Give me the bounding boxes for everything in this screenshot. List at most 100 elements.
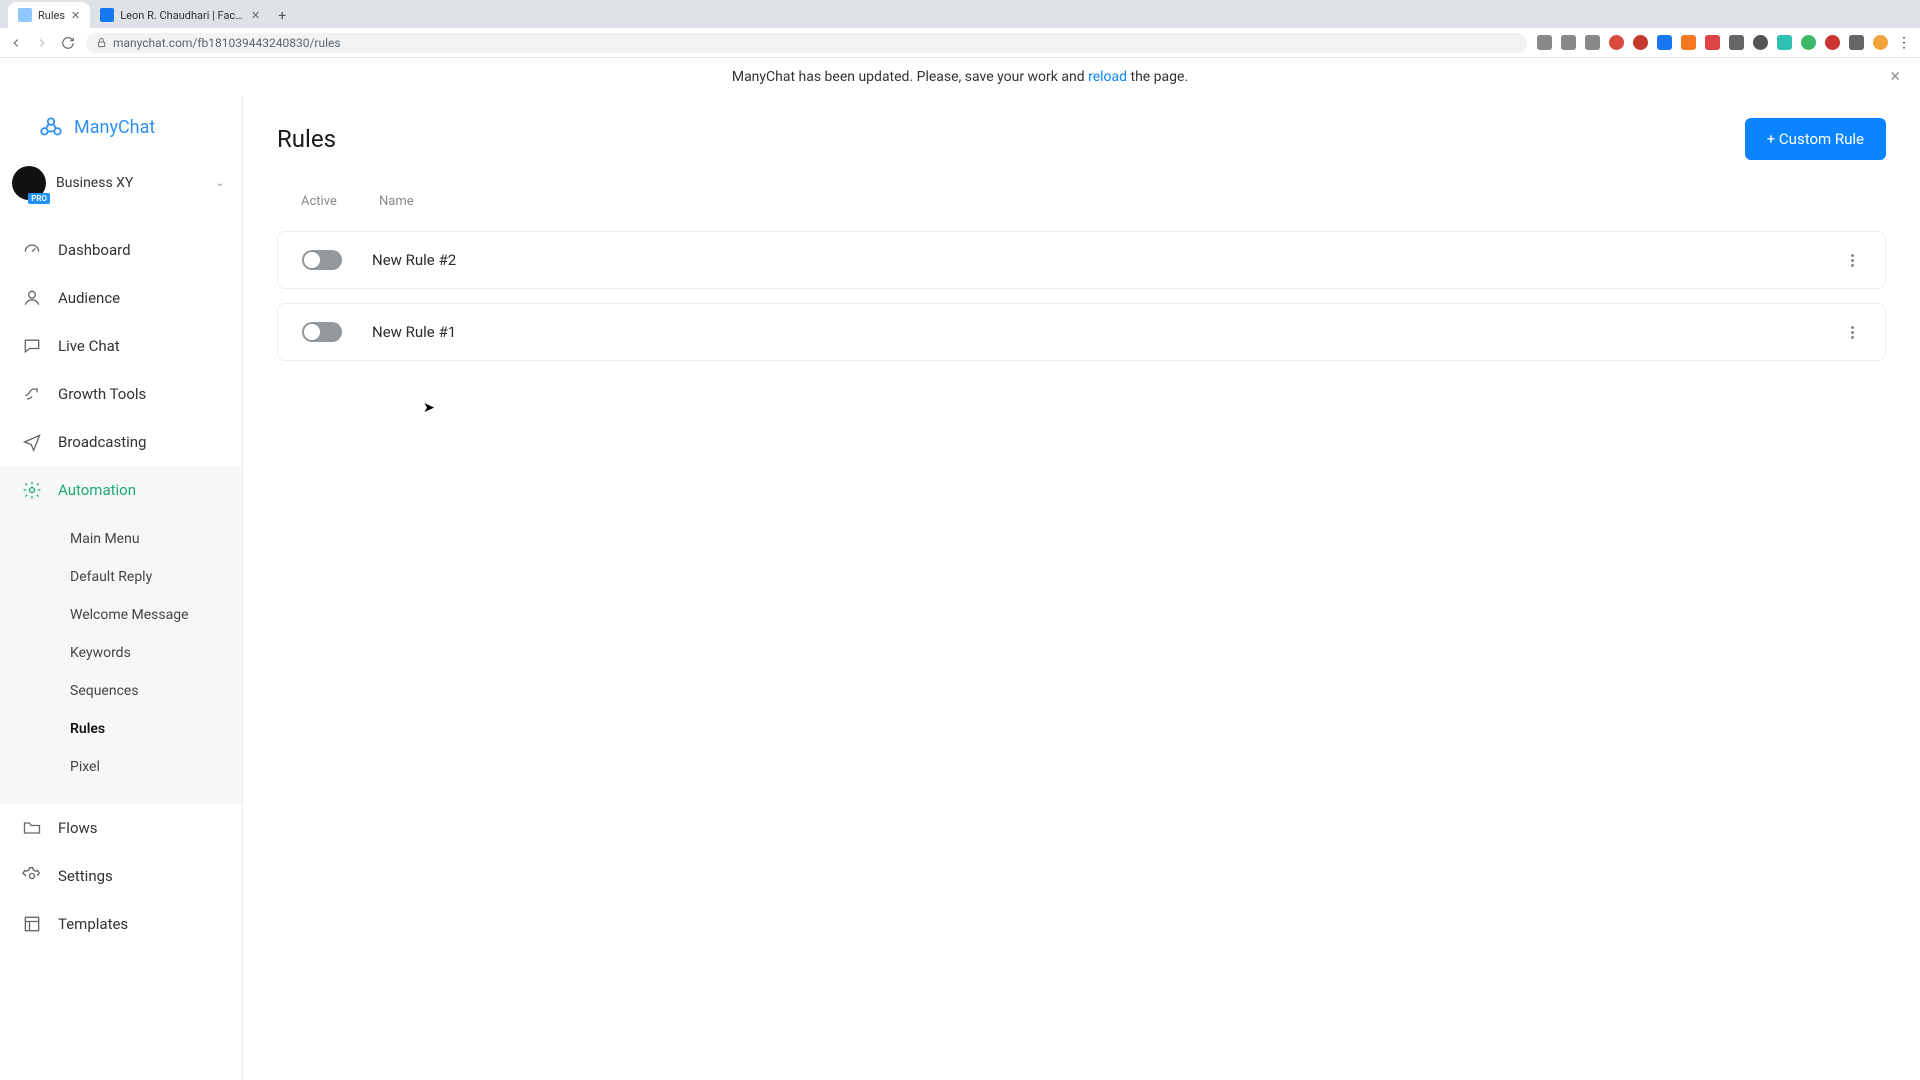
sidebar-item-settings[interactable]: Settings [0, 852, 242, 900]
brand[interactable]: ManyChat [0, 96, 242, 156]
close-icon[interactable]: ✕ [251, 9, 260, 22]
table-header: Active Name [277, 186, 1886, 217]
subnav-welcome-message[interactable]: Welcome Message [0, 596, 242, 634]
banner-text-before: ManyChat has been updated. Please, save … [732, 69, 1088, 85]
extension-icon[interactable] [1633, 35, 1648, 50]
column-name: Name [379, 194, 414, 209]
app: ManyChat PRO Business XY ⌄ Dashboard Aud… [0, 96, 1920, 1080]
extension-icon[interactable] [1801, 35, 1816, 50]
menu-icon[interactable]: ⋮ [1897, 35, 1912, 50]
toggle-knob [304, 324, 320, 340]
toggle-knob [304, 252, 320, 268]
sidebar-item-label: Settings [58, 867, 113, 885]
more-menu-icon[interactable] [1843, 323, 1861, 341]
page-header: Rules + Custom Rule [277, 96, 1886, 186]
logo-icon [38, 114, 64, 140]
gauge-icon [22, 240, 42, 260]
tab-title: Rules [38, 9, 65, 22]
url-input[interactable]: manychat.com/fb181039443240830/rules [86, 33, 1527, 53]
update-banner: ManyChat has been updated. Please, save … [0, 58, 1920, 96]
subnav-rules[interactable]: Rules [0, 710, 242, 748]
chevron-down-icon: ⌄ [216, 178, 224, 189]
sidebar-item-growth-tools[interactable]: Growth Tools [0, 370, 242, 418]
address-bar: manychat.com/fb181039443240830/rules ⋮ [0, 28, 1920, 58]
sidebar-item-dashboard[interactable]: Dashboard [0, 226, 242, 274]
subnav-keywords[interactable]: Keywords [0, 634, 242, 672]
growth-icon [22, 384, 42, 404]
brand-name: ManyChat [74, 117, 155, 138]
primary-nav: Dashboard Audience Live Chat Growth Tool… [0, 214, 242, 948]
rule-name: New Rule #2 [372, 251, 1813, 269]
close-icon[interactable]: ✕ [71, 9, 80, 22]
new-rule-button[interactable]: + Custom Rule [1745, 118, 1886, 160]
favicon-icon [18, 8, 32, 22]
column-active: Active [301, 194, 345, 209]
subnav-default-reply[interactable]: Default Reply [0, 558, 242, 596]
sidebar-item-label: Broadcasting [58, 433, 146, 451]
sidebar: ManyChat PRO Business XY ⌄ Dashboard Aud… [0, 96, 243, 1080]
banner-text-after: the page. [1127, 69, 1188, 85]
extension-icon[interactable] [1561, 35, 1576, 50]
back-button[interactable] [8, 35, 24, 51]
pro-badge: PRO [28, 193, 50, 204]
workspace-switcher[interactable]: PRO Business XY ⌄ [0, 156, 242, 214]
lock-icon [96, 37, 107, 48]
banner-text: ManyChat has been updated. Please, save … [732, 69, 1188, 85]
extension-icon[interactable] [1777, 35, 1792, 50]
sidebar-item-flows[interactable]: Flows [0, 804, 242, 852]
folder-icon [22, 818, 42, 838]
subnav-main-menu[interactable]: Main Menu [0, 520, 242, 558]
extension-icons: ⋮ [1537, 35, 1912, 50]
sidebar-item-live-chat[interactable]: Live Chat [0, 322, 242, 370]
extension-icon[interactable] [1537, 35, 1552, 50]
tab-strip: Rules ✕ Leon R. Chaudhari | Facebook ✕ + [0, 0, 1920, 28]
automation-subnav: Main Menu Default Reply Welcome Message … [0, 514, 242, 804]
sidebar-item-label: Growth Tools [58, 385, 146, 403]
sidebar-item-audience[interactable]: Audience [0, 274, 242, 322]
extension-icon[interactable] [1585, 35, 1600, 50]
workspace-name: Business XY [56, 175, 206, 191]
page-title: Rules [277, 125, 336, 153]
extension-icon[interactable] [1609, 35, 1624, 50]
extension-icon[interactable] [1753, 35, 1768, 50]
extension-icon[interactable] [1705, 35, 1720, 50]
sidebar-item-label: Live Chat [58, 337, 120, 355]
new-tab-button[interactable]: + [270, 4, 294, 28]
more-menu-icon[interactable] [1843, 251, 1861, 269]
sidebar-item-label: Dashboard [58, 241, 131, 259]
url-text: manychat.com/fb181039443240830/rules [113, 36, 341, 50]
subnav-sequences[interactable]: Sequences [0, 672, 242, 710]
extension-icon[interactable] [1681, 35, 1696, 50]
close-icon[interactable]: × [1890, 66, 1900, 87]
reload-button[interactable] [60, 35, 76, 51]
subnav-pixel[interactable]: Pixel [0, 748, 242, 786]
active-toggle[interactable] [302, 322, 342, 342]
active-toggle[interactable] [302, 250, 342, 270]
sidebar-item-broadcasting[interactable]: Broadcasting [0, 418, 242, 466]
rule-row[interactable]: New Rule #2 [277, 231, 1886, 289]
sidebar-item-label: Audience [58, 289, 120, 307]
settings-icon [22, 866, 42, 886]
browser-tab[interactable]: Leon R. Chaudhari | Facebook ✕ [90, 2, 270, 28]
gear-icon [22, 480, 42, 500]
browser-chrome: Rules ✕ Leon R. Chaudhari | Facebook ✕ +… [0, 0, 1920, 58]
extension-icon[interactable] [1825, 35, 1840, 50]
main-content: Rules + Custom Rule Active Name New Rule… [243, 96, 1920, 1080]
sidebar-item-label: Automation [58, 481, 136, 499]
forward-button[interactable] [34, 35, 50, 51]
favicon-icon [100, 8, 114, 22]
browser-tab[interactable]: Rules ✕ [8, 2, 90, 28]
reload-link[interactable]: reload [1088, 69, 1127, 85]
extension-icon[interactable] [1849, 35, 1864, 50]
sidebar-item-label: Flows [58, 819, 98, 837]
tab-title: Leon R. Chaudhari | Facebook [120, 9, 245, 22]
workspace-avatar: PRO [12, 166, 46, 200]
rule-row[interactable]: New Rule #1 [277, 303, 1886, 361]
sidebar-item-label: Templates [58, 915, 128, 933]
extension-icon[interactable] [1657, 35, 1672, 50]
template-icon [22, 914, 42, 934]
avatar[interactable] [1873, 35, 1888, 50]
sidebar-item-automation[interactable]: Automation [0, 466, 242, 514]
extension-icon[interactable] [1729, 35, 1744, 50]
sidebar-item-templates[interactable]: Templates [0, 900, 242, 948]
